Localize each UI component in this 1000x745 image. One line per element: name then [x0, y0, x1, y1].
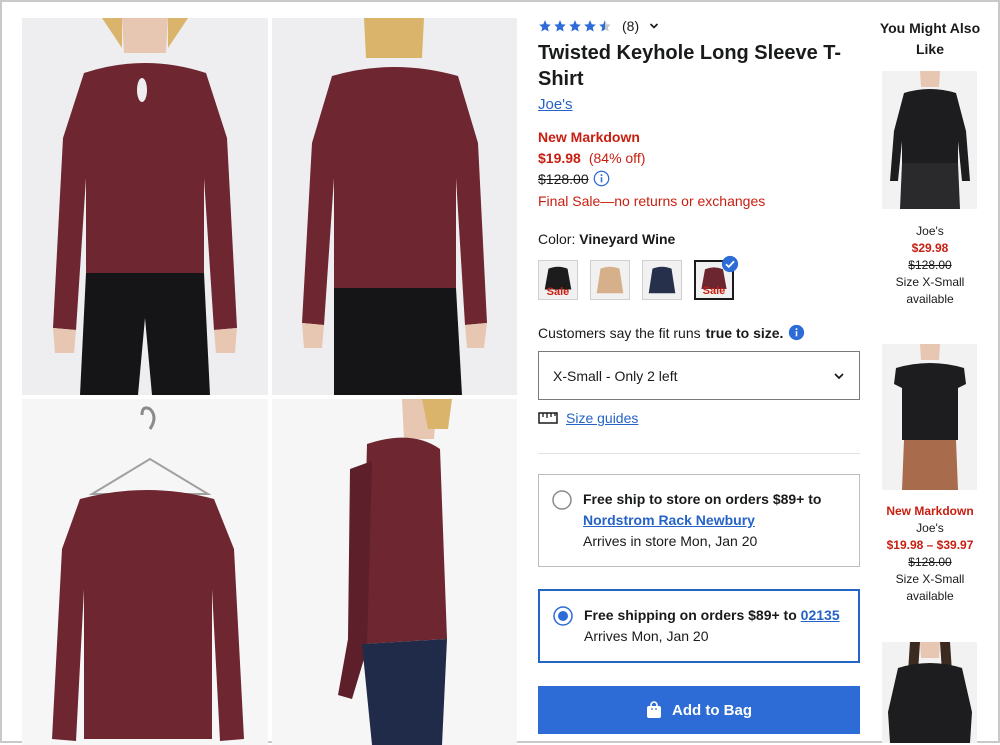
recommendation-details: New Markdown Joe's $19.98 – $39.97 $128.…	[874, 503, 986, 605]
reco-original-price: $128.00	[908, 555, 952, 569]
original-price: $128.00	[538, 170, 589, 187]
ship-store-arrival: Arrives in store Mon, Jan 20	[583, 533, 758, 549]
fit-text-bold: true to size.	[705, 324, 784, 341]
color-swatches: Sale Sale	[538, 255, 739, 300]
reco-markdown: New Markdown	[886, 504, 974, 518]
final-sale-note: Final Sale—no returns or exchanges	[538, 193, 766, 209]
color-label: Color:	[538, 231, 576, 247]
add-to-bag-label: Add to Bag	[672, 701, 752, 719]
star-icon	[584, 20, 596, 32]
markdown-badge: New Markdown	[538, 129, 640, 145]
ship-to-home-option[interactable]: Free shipping on orders $89+ to 02135 Ar…	[538, 589, 860, 663]
discount-percent: (84% off)	[588, 150, 646, 166]
product-photo-back[interactable]	[272, 18, 517, 395]
product-photo-side[interactable]	[272, 399, 517, 745]
divider	[538, 453, 860, 454]
reco-price: $19.98 – $39.97	[886, 538, 974, 552]
ruler-icon	[538, 412, 558, 424]
product-photo-front[interactable]	[22, 18, 268, 395]
reco-price: $29.98	[911, 241, 949, 255]
radio-selected-icon[interactable]	[553, 606, 573, 626]
rating-stars	[538, 19, 612, 33]
recommendation-details: Joe's $29.98 $128.00 Size X-Small availa…	[874, 223, 986, 308]
star-icon	[569, 20, 581, 32]
review-count[interactable]: (8)	[622, 18, 639, 34]
size-select[interactable]: X-Small - Only 2 left	[538, 351, 860, 400]
product-title: Twisted Keyhole Long Sleeve T-Shirt	[538, 42, 842, 90]
reco-size: Size X-Small available	[895, 275, 965, 306]
sale-tag: Sale	[702, 285, 726, 297]
radio-unselected-icon[interactable]	[552, 490, 572, 510]
chevron-down-icon[interactable]	[649, 21, 659, 31]
color-label-row: Color: Vineyard Wine	[538, 231, 675, 247]
add-to-bag-button[interactable]: Add to Bag	[538, 686, 860, 734]
color-swatch[interactable]	[642, 260, 682, 300]
sale-tag: Sale	[546, 286, 570, 298]
ship-to-store-option[interactable]: Free ship to store on orders $89+ to Nor…	[538, 474, 860, 567]
star-half-icon	[599, 20, 611, 32]
recommendations-title: You Might Also Like	[879, 20, 981, 57]
reco-size: Size X-Small available	[895, 572, 965, 603]
color-swatch[interactable]: Sale	[538, 260, 578, 300]
reco-original-price: $128.00	[908, 258, 952, 272]
star-icon	[554, 20, 566, 32]
color-value: Vineyard Wine	[579, 231, 676, 247]
ship-store-heading: Free ship to store on orders $89+ to	[583, 491, 822, 507]
fit-text: Customers say the fit runs	[538, 324, 701, 341]
info-icon[interactable]	[593, 170, 610, 187]
rating-summary[interactable]: (8)	[538, 18, 659, 34]
shopping-bag-icon	[647, 701, 661, 718]
zip-code-link[interactable]: 02135	[801, 607, 840, 623]
brand-link[interactable]: Joe's	[538, 96, 573, 113]
ship-home-arrival: Arrives Mon, Jan 20	[584, 628, 709, 644]
ship-home-heading: Free shipping on orders $89+ to	[584, 607, 797, 623]
reco-brand: Joe's	[916, 224, 944, 238]
fit-summary: Customers say the fit runs true to size.	[538, 324, 805, 341]
chevron-down-icon	[834, 372, 844, 379]
recommendation-image[interactable]	[882, 71, 977, 209]
size-selected-value: X-Small - Only 2 left	[553, 367, 678, 384]
size-guides-link[interactable]: Size guides	[538, 410, 638, 426]
color-swatch-selected[interactable]: Sale	[694, 255, 739, 300]
checkmark-icon	[721, 255, 739, 273]
original-price-row: $128.00	[538, 170, 610, 187]
info-icon[interactable]	[788, 324, 805, 341]
color-swatch[interactable]	[590, 260, 630, 300]
size-guides-label: Size guides	[566, 410, 639, 426]
product-photo-hanger[interactable]	[22, 399, 268, 745]
reco-brand: Joe's	[916, 521, 944, 535]
recommendation-image[interactable]	[882, 642, 977, 743]
price-row: $19.98 (84% off)	[538, 150, 645, 166]
recommendation-image[interactable]	[882, 344, 977, 490]
store-link[interactable]: Nordstrom Rack Newbury	[583, 512, 755, 528]
star-icon	[539, 20, 551, 32]
sale-price: $19.98	[538, 150, 581, 166]
